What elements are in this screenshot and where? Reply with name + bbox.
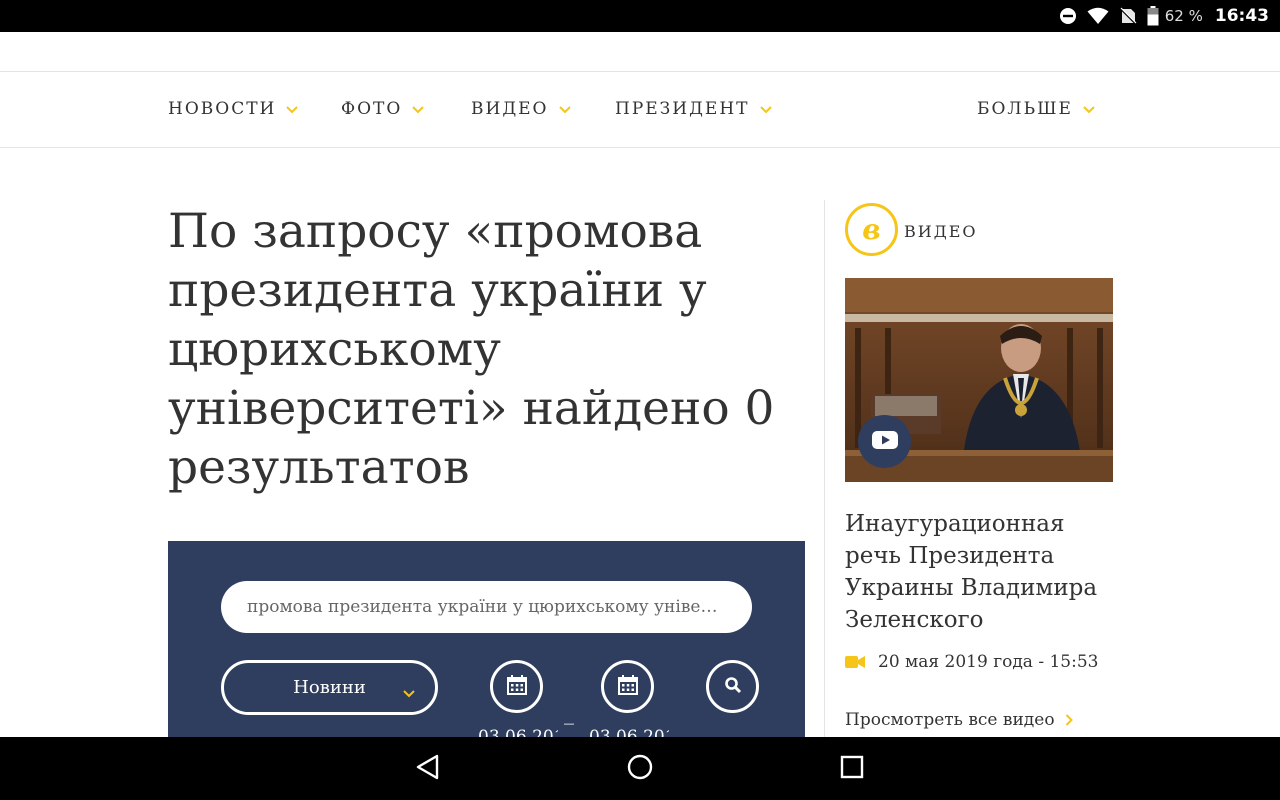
- back-button[interactable]: [414, 754, 442, 784]
- do-not-disturb-icon: [1059, 0, 1077, 32]
- nav-item-label: ВИДЕО: [471, 99, 549, 119]
- calendar-icon: [617, 674, 638, 699]
- nav-item-label: БОЛЬШЕ: [977, 99, 1073, 119]
- nav-item-label: ПРЕЗИДЕНТ: [615, 99, 750, 119]
- chevron-down-icon: [286, 99, 299, 119]
- video-section-label: ВИДЕО: [904, 222, 978, 241]
- chevron-right-icon: [1065, 714, 1073, 726]
- battery-icon: [1147, 0, 1159, 32]
- home-circle-icon: [627, 754, 653, 784]
- nav-item-more[interactable]: БОЛЬШЕ: [977, 99, 1095, 119]
- video-section-logo: в: [845, 203, 898, 256]
- system-nav-bar: [0, 737, 1280, 800]
- calendar-icon: [506, 674, 527, 699]
- date-range-separator: _: [564, 701, 574, 725]
- sidebar-divider: [824, 200, 825, 740]
- no-sim-icon: [1119, 0, 1137, 32]
- play-button[interactable]: [858, 415, 911, 468]
- back-triangle-icon: [416, 754, 440, 784]
- video-title-link[interactable]: Инаугурационная речь Президента Украины …: [845, 508, 1115, 636]
- home-button[interactable]: [626, 754, 654, 784]
- recents-button[interactable]: [838, 755, 866, 783]
- date-from-button[interactable]: [490, 660, 543, 713]
- recents-square-icon: [840, 755, 864, 783]
- search-input[interactable]: промова президента україни у цюрихському…: [221, 581, 752, 633]
- chevron-down-icon: [759, 99, 772, 119]
- wifi-icon: [1087, 0, 1109, 32]
- chevron-down-icon: [412, 99, 425, 119]
- category-select[interactable]: Новини: [221, 660, 438, 715]
- logo-letter: в: [862, 213, 881, 246]
- all-videos-label: Просмотреть все видео: [845, 710, 1055, 730]
- nav-item-label: НОВОСТИ: [168, 99, 277, 119]
- chevron-down-icon: [1083, 99, 1095, 119]
- clock: 16:43: [1214, 6, 1269, 26]
- search-button[interactable]: [706, 660, 759, 713]
- chevron-down-icon: [403, 682, 415, 703]
- search-icon: [724, 676, 742, 698]
- video-thumbnail[interactable]: [845, 278, 1113, 482]
- chevron-down-icon: [558, 99, 571, 119]
- nav-item-news[interactable]: НОВОСТИ: [168, 99, 299, 119]
- nav-item-photo[interactable]: ФОТО: [341, 99, 425, 119]
- youtube-play-icon: [871, 430, 898, 453]
- nav-item-video[interactable]: ВИДЕО: [471, 99, 571, 119]
- category-select-value: Новини: [293, 677, 366, 698]
- nav-item-president[interactable]: ПРЕЗИДЕНТ: [615, 99, 772, 119]
- video-date: 20 мая 2019 года - 15:53: [845, 652, 1098, 672]
- video-camera-icon: [845, 655, 865, 669]
- video-date-text: 20 мая 2019 года - 15:53: [878, 652, 1099, 672]
- top-strip: [0, 32, 1280, 72]
- page-title: По запросу «промова президента україни у…: [168, 204, 775, 495]
- main-nav: НОВОСТИ ФОТО ВИДЕО ПРЕЗИДЕНТ БОЛЬШЕ: [0, 72, 1280, 148]
- nav-item-label: ФОТО: [341, 99, 403, 119]
- date-to-button[interactable]: [601, 660, 654, 713]
- all-videos-link[interactable]: Просмотреть все видео: [845, 710, 1073, 730]
- battery-percent: 62 %: [1164, 7, 1203, 25]
- status-bar: 62 % 16:43: [0, 0, 1280, 32]
